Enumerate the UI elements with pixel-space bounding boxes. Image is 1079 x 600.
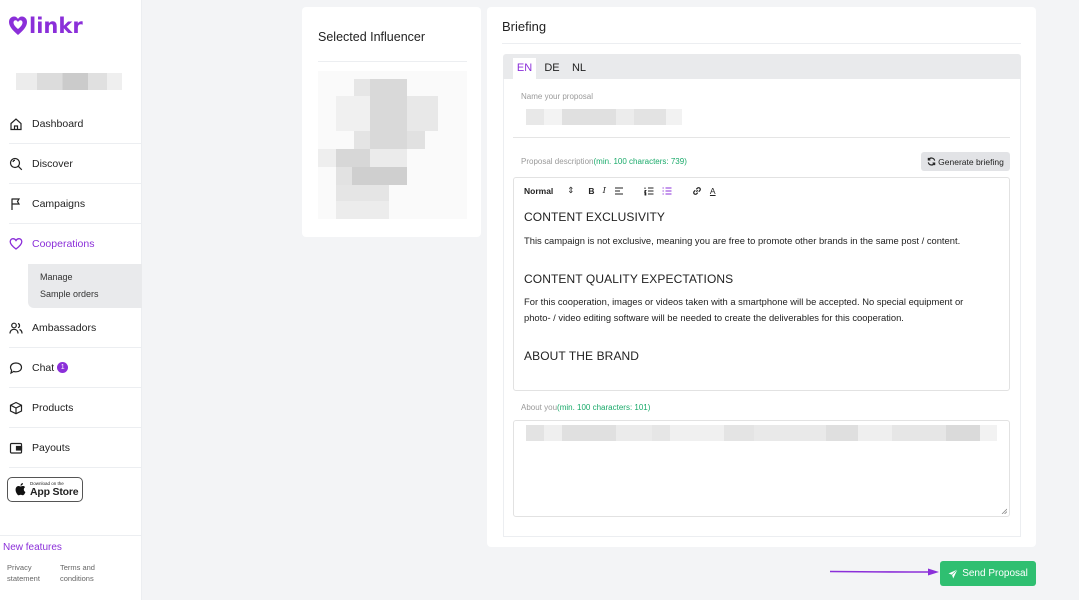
link-icon	[693, 186, 701, 195]
generate-briefing-label: Generate briefing	[938, 156, 1004, 167]
sidebar-item-label: Ambassadors	[32, 321, 97, 334]
paragraph: This campaign is not exclusive, meaning …	[524, 235, 961, 246]
description-label-text: Proposal description	[521, 157, 594, 166]
editor-toolbar: Normal ⇕ B I A	[514, 178, 1009, 203]
sidebar-item-label: Cooperations	[32, 238, 95, 250]
sidebar-item-campaigns[interactable]: Campaigns	[9, 184, 142, 224]
wallet-icon	[9, 441, 23, 455]
link-button[interactable]	[692, 186, 702, 196]
briefing-divider	[502, 43, 1021, 44]
generate-briefing-button[interactable]: Generate briefing	[921, 152, 1010, 171]
sidebar-item-payouts[interactable]: Payouts	[9, 428, 142, 468]
italic-button[interactable]: I	[603, 186, 606, 196]
footer-links: Privacy statement Terms and conditions	[7, 562, 95, 584]
sidebar: linkr Dashboard Discover Campaigns Coope…	[0, 0, 142, 600]
logo-heart-icon	[9, 16, 27, 35]
proposal-description-label: Proposal description(min. 100 characters…	[521, 157, 687, 166]
sidebar-item-label: Chat	[32, 361, 55, 374]
ordered-list-button[interactable]	[643, 186, 654, 196]
account-name-blurred[interactable]	[16, 73, 122, 90]
influencer-image-blurred[interactable]	[318, 71, 467, 219]
bold-button[interactable]: B	[588, 186, 594, 196]
paragraph: photo- / video editing software will be …	[524, 312, 904, 323]
tab-de[interactable]: DE	[541, 58, 563, 79]
align-left-button[interactable]	[614, 186, 624, 196]
proposal-name-input[interactable]	[526, 109, 682, 125]
select-arrows-icon: ⇕	[567, 185, 575, 195]
sidebar-nav: Dashboard Discover Campaigns Cooperation…	[0, 104, 142, 468]
about-char-hint: (min. 100 characters: 101)	[557, 403, 651, 412]
tab-nl[interactable]: NL	[568, 58, 590, 79]
bullet-list-button[interactable]	[662, 186, 672, 196]
terms-line1: Terms and	[59, 563, 95, 572]
bullet-list-icon	[662, 186, 672, 195]
send-icon	[948, 568, 958, 578]
heart-icon	[9, 237, 23, 251]
privacy-line2: statement	[7, 574, 40, 583]
arrow-annotation	[829, 568, 939, 576]
description-editor[interactable]: Normal ⇕ B I A CONTENT EXCLUSIVITY This c…	[513, 177, 1010, 391]
sidebar-item-products[interactable]: Products	[9, 388, 142, 428]
editor-content: CONTENT EXCLUSIVITY This campaign is not…	[524, 205, 1004, 363]
text-color-button[interactable]: A	[710, 186, 716, 196]
ordered-list-icon	[643, 187, 654, 195]
text-style-select[interactable]: Normal ⇕	[524, 185, 574, 196]
sidebar-item-label: Products	[32, 401, 74, 414]
sidebar-item-label: Payouts	[32, 441, 70, 454]
logo-text: linkr	[29, 14, 83, 38]
paragraph: For this cooperation, images or videos t…	[524, 296, 964, 307]
name-field-underline	[513, 137, 1010, 138]
chat-icon	[9, 361, 23, 375]
sidebar-item-discover[interactable]: Discover	[9, 144, 142, 184]
privacy-line1: Privacy	[7, 563, 32, 572]
logo[interactable]: linkr	[8, 14, 83, 38]
section-heading: CONTENT QUALITY EXPECTATIONS	[524, 272, 734, 286]
box-icon	[9, 401, 23, 415]
sidebar-item-ambassadors[interactable]: Ambassadors	[9, 308, 142, 348]
sidebar-item-chat[interactable]: Chat 1	[9, 348, 142, 388]
home-icon	[9, 117, 23, 131]
refresh-icon	[927, 157, 936, 166]
apple-icon	[14, 482, 26, 498]
resize-handle-icon[interactable]	[1001, 508, 1007, 514]
users-icon	[9, 321, 23, 335]
description-char-hint: (min. 100 characters: 739)	[593, 157, 687, 166]
sidebar-item-cooperations[interactable]: Cooperations	[9, 224, 142, 264]
send-proposal-button[interactable]: Send Proposal	[940, 561, 1036, 586]
about-you-text-blurred	[526, 425, 997, 441]
subnav-item-manage[interactable]: Manage	[28, 269, 142, 286]
terms-line2: conditions	[59, 574, 94, 583]
chat-unread-badge: 1	[57, 362, 69, 373]
proposal-name-label: Name your proposal	[521, 92, 594, 101]
section-heading: ABOUT THE BRAND	[524, 349, 640, 363]
sidebar-divider	[0, 535, 142, 536]
flag-icon	[9, 197, 23, 211]
privacy-statement-link[interactable]: Privacy statement	[7, 562, 40, 584]
search-icon	[9, 157, 23, 171]
briefing-title: Briefing	[502, 19, 547, 34]
about-you-label: About you(min. 100 characters: 101)	[521, 403, 650, 412]
selected-influencer-card: Selected Influencer	[302, 7, 481, 237]
send-proposal-label: Send Proposal	[962, 568, 1028, 579]
text-style-value: Normal	[524, 185, 554, 196]
sidebar-item-label: Campaigns	[32, 197, 86, 210]
cooperations-subnav: Manage Sample orders	[28, 264, 142, 308]
selected-influencer-title: Selected Influencer	[318, 30, 426, 44]
sidebar-item-label: Discover	[32, 157, 73, 170]
card-divider	[318, 61, 467, 62]
subnav-item-sample-orders[interactable]: Sample orders	[28, 286, 142, 303]
sidebar-item-dashboard[interactable]: Dashboard	[9, 104, 142, 144]
tab-en[interactable]: EN	[513, 58, 536, 79]
new-features-link[interactable]: New features	[3, 542, 62, 553]
about-label-text: About you	[521, 403, 558, 412]
app-store-badge[interactable]: Download on the App Store	[7, 477, 83, 502]
terms-conditions-link[interactable]: Terms and conditions	[60, 562, 95, 584]
sidebar-item-label: Dashboard	[32, 117, 84, 130]
section-heading: CONTENT EXCLUSIVITY	[524, 210, 666, 224]
align-left-icon	[614, 187, 623, 194]
app-store-big-text: App Store	[30, 485, 79, 498]
language-tabs: EN DE NL	[503, 54, 1021, 79]
